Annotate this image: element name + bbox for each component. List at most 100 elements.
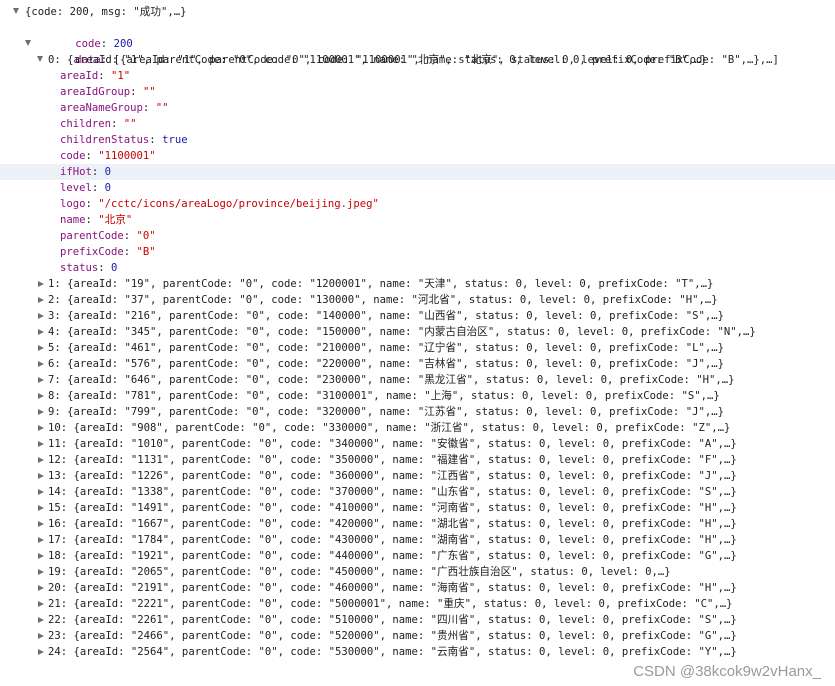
json-key: childrenStatus <box>60 134 150 146</box>
json-value: "1100001" <box>98 150 156 162</box>
expand-right-icon[interactable] <box>38 632 44 639</box>
expand-right-icon[interactable] <box>38 568 44 575</box>
json-field-row: status: 0 <box>60 262 118 274</box>
expand-right-icon[interactable] <box>38 408 44 415</box>
expand-down-icon[interactable] <box>25 40 31 46</box>
json-key: code <box>60 150 86 162</box>
expand-down-icon[interactable] <box>13 8 19 14</box>
item-summary: 18: {areaId: "1921", parentCode: "0", co… <box>48 550 737 562</box>
json-item-row[interactable]: 1: {areaId: "19", parentCode: "0", code:… <box>0 276 835 292</box>
json-item-row[interactable]: 13: {areaId: "1226", parentCode: "0", co… <box>0 468 835 484</box>
expand-right-icon[interactable] <box>38 360 44 367</box>
expand-right-icon[interactable] <box>38 296 44 303</box>
json-item-row[interactable]: 6: {areaId: "576", parentCode: "0", code… <box>0 356 835 372</box>
json-field-row: areaId: "1" <box>60 70 131 82</box>
expand-down-icon[interactable] <box>37 56 43 62</box>
expand-right-icon[interactable] <box>38 328 44 335</box>
expand-right-icon[interactable] <box>38 392 44 399</box>
json-field-row: prefixCode: "B" <box>60 246 156 258</box>
expand-right-icon[interactable] <box>38 584 44 591</box>
expand-right-icon[interactable] <box>38 440 44 447</box>
json-item-row[interactable]: 16: {areaId: "1667", parentCode: "0", co… <box>0 516 835 532</box>
json-value: "北京" <box>98 214 133 226</box>
item-summary: 7: {areaId: "646", parentCode: "0", code… <box>48 374 735 386</box>
json-field-row: ifHot: 0 <box>0 164 835 180</box>
json-item-row[interactable]: 19: {areaId: "2065", parentCode: "0", co… <box>0 564 835 580</box>
json-item-row[interactable]: 15: {areaId: "1491", parentCode: "0", co… <box>0 500 835 516</box>
json-field-row: name: "北京" <box>60 214 133 226</box>
expand-right-icon[interactable] <box>38 472 44 479</box>
expand-right-icon[interactable] <box>38 456 44 463</box>
json-field-row: areaNameGroup: "" <box>60 102 169 114</box>
json-code-row: code: 200 <box>75 38 133 50</box>
expand-right-icon[interactable] <box>38 520 44 527</box>
item-summary: 16: {areaId: "1667", parentCode: "0", co… <box>48 518 737 530</box>
json-item-row[interactable]: 14: {areaId: "1338", parentCode: "0", co… <box>0 484 835 500</box>
json-key: level <box>60 182 92 194</box>
json-item-row[interactable]: 21: {areaId: "2221", parentCode: "0", co… <box>0 596 835 612</box>
json-item-row[interactable]: 11: {areaId: "1010", parentCode: "0", co… <box>0 436 835 452</box>
expand-right-icon[interactable] <box>38 280 44 287</box>
expand-right-icon[interactable] <box>38 536 44 543</box>
json-item-row[interactable]: 17: {areaId: "1784", parentCode: "0", co… <box>0 532 835 548</box>
json-key: ifHot <box>60 166 92 178</box>
json-field-row: children: "" <box>60 118 137 130</box>
json-item-row[interactable]: 23: {areaId: "2466", parentCode: "0", co… <box>0 628 835 644</box>
json-item-row[interactable]: 5: {areaId: "461", parentCode: "0", code… <box>0 340 835 356</box>
expand-right-icon[interactable] <box>38 552 44 559</box>
json-item-row[interactable]: 22: {areaId: "2261", parentCode: "0", co… <box>0 612 835 628</box>
json-key: name <box>60 214 86 226</box>
json-value: "1" <box>111 70 131 82</box>
json-value: 0 <box>111 262 118 274</box>
json-item-row[interactable]: 4: {areaId: "345", parentCode: "0", code… <box>0 324 835 340</box>
json-field-row: logo: "/cctc/icons/areaLogo/province/bei… <box>60 198 379 210</box>
expand-right-icon[interactable] <box>38 504 44 511</box>
json-key: prefixCode <box>60 246 124 258</box>
json-field-row: parentCode: "0" <box>60 230 156 242</box>
expand-right-icon[interactable] <box>38 376 44 383</box>
json-item-row[interactable]: 8: {areaId: "781", parentCode: "0", code… <box>0 388 835 404</box>
item-summary: 13: {areaId: "1226", parentCode: "0", co… <box>48 470 737 482</box>
expand-right-icon[interactable] <box>38 488 44 495</box>
item-summary: 23: {areaId: "2466", parentCode: "0", co… <box>48 630 737 642</box>
json-field-row: level: 0 <box>60 182 112 194</box>
expand-right-icon[interactable] <box>38 344 44 351</box>
json-value: "" <box>155 102 169 114</box>
item-summary: 10: {areaId: "908", parentCode: "0", cod… <box>48 422 731 434</box>
json-item-row[interactable]: 2: {areaId: "37", parentCode: "0", code:… <box>0 292 835 308</box>
item-summary: 5: {areaId: "461", parentCode: "0", code… <box>48 342 724 354</box>
item-summary: 11: {areaId: "1010", parentCode: "0", co… <box>48 438 737 450</box>
root-summary: {code: 200, msg: "成功",…} <box>25 6 187 18</box>
json-item-row[interactable]: 24: {areaId: "2564", parentCode: "0", co… <box>0 644 835 658</box>
item-summary: 17: {areaId: "1784", parentCode: "0", co… <box>48 534 737 546</box>
item-summary: 12: {areaId: "1131", parentCode: "0", co… <box>48 454 737 466</box>
json-value: 0 <box>104 166 112 178</box>
expand-right-icon[interactable] <box>38 648 44 655</box>
expand-right-icon[interactable] <box>38 600 44 607</box>
json-item-0-row[interactable]: 0: {areaId: "1", parentCode: "0", code: … <box>0 52 835 68</box>
json-value: "0" <box>136 230 156 242</box>
json-field-row: childrenStatus: true <box>60 134 188 146</box>
item-summary: 3: {areaId: "216", parentCode: "0", code… <box>48 310 724 322</box>
json-item-row[interactable]: 3: {areaId: "216", parentCode: "0", code… <box>0 308 835 324</box>
json-item-row[interactable]: 12: {areaId: "1131", parentCode: "0", co… <box>0 452 835 468</box>
item-summary: 2: {areaId: "37", parentCode: "0", code:… <box>48 294 718 306</box>
json-item-row[interactable]: 7: {areaId: "646", parentCode: "0", code… <box>0 372 835 388</box>
json-item-row[interactable]: 9: {areaId: "799", parentCode: "0", code… <box>0 404 835 420</box>
item-summary: 22: {areaId: "2261", parentCode: "0", co… <box>48 614 737 626</box>
expand-right-icon[interactable] <box>38 424 44 431</box>
json-field-row: code: "1100001" <box>60 150 156 162</box>
item-summary: 6: {areaId: "576", parentCode: "0", code… <box>48 358 724 370</box>
item-summary: 19: {areaId: "2065", parentCode: "0", co… <box>48 566 671 578</box>
json-item-row[interactable]: 18: {areaId: "1921", parentCode: "0", co… <box>0 548 835 564</box>
json-item-row[interactable]: 10: {areaId: "908", parentCode: "0", cod… <box>0 420 835 436</box>
expand-right-icon[interactable] <box>38 616 44 623</box>
json-value: 0 <box>104 182 112 194</box>
json-root-row[interactable]: {code: 200, msg: "成功",…} <box>0 4 835 20</box>
expand-right-icon[interactable] <box>38 312 44 319</box>
json-data-row[interactable]: data: [{areaId: "1", parentCode: "0", co… <box>0 36 835 66</box>
json-field-row: areaIdGroup: "" <box>60 86 156 98</box>
json-item-row[interactable]: 20: {areaId: "2191", parentCode: "0", co… <box>0 580 835 596</box>
json-viewer: {code: 200, msg: "成功",…} code: 200 data:… <box>0 0 835 658</box>
item-summary: 9: {areaId: "799", parentCode: "0", code… <box>48 406 724 418</box>
